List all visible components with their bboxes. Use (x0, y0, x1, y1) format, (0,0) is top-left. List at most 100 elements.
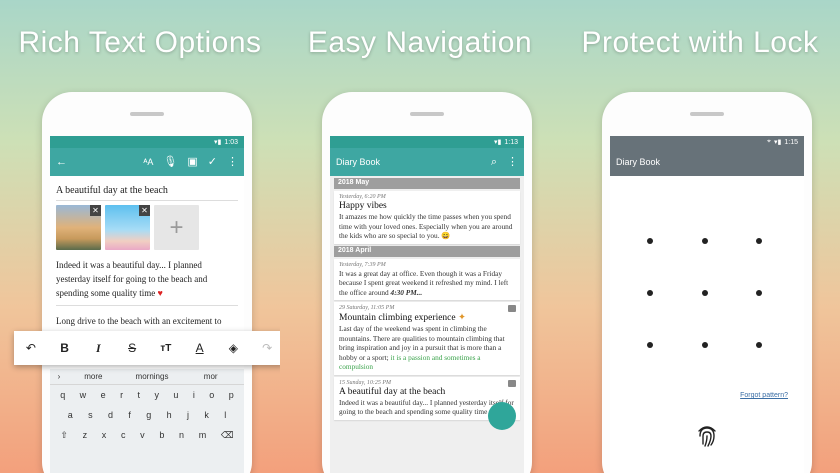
entry-text: Last day of the weekend was spent in cli… (339, 324, 505, 371)
status-bar: ⌖ ▾▮ 1:15 (610, 136, 804, 148)
key[interactable]: b (159, 430, 164, 440)
key[interactable]: u (173, 390, 178, 400)
undo-icon[interactable]: ↶ (21, 341, 41, 355)
text-color-icon[interactable]: A (190, 341, 210, 355)
attachments: ✕ ✕ + (56, 205, 238, 250)
suggestion-bar: › more mornings mor (50, 369, 244, 385)
add-photo-button[interactable]: + (154, 205, 199, 250)
key[interactable]: e (101, 390, 106, 400)
pattern-dot[interactable] (702, 342, 708, 348)
photo-thumbnail[interactable]: ✕ (56, 205, 101, 250)
photo-thumbnail[interactable]: ✕ (105, 205, 150, 250)
pattern-dot[interactable] (756, 238, 762, 244)
key[interactable]: c (121, 430, 126, 440)
key[interactable]: o (209, 390, 214, 400)
redo-icon[interactable]: ↷ (257, 341, 277, 355)
backspace-icon[interactable]: ⌫ (221, 430, 234, 441)
entry-date: 15 Sunday, 10:25 PM (339, 379, 391, 386)
pattern-dot[interactable] (702, 238, 708, 244)
pattern-dot[interactable] (756, 290, 762, 296)
key[interactable]: l (224, 410, 226, 420)
entry-card[interactable]: Yesterday, 7:39 PM It was a great day at… (334, 258, 520, 300)
pattern-dot[interactable] (647, 342, 653, 348)
back-arrow-icon[interactable]: ← (56, 156, 67, 168)
app-bar: Diary Book (610, 148, 804, 176)
more-menu-icon[interactable]: ⋮ (507, 156, 518, 168)
bold-icon[interactable]: B (55, 341, 75, 355)
key[interactable]: i (193, 390, 195, 400)
fill-color-icon[interactable]: ◈ (223, 341, 243, 355)
image-icon[interactable]: ▣ (187, 156, 197, 168)
phone-frame: ⌖ ▾▮ 1:15 Diary Book Forgot pattern? (602, 92, 812, 473)
pattern-dot[interactable] (756, 342, 762, 348)
panel-heading: Protect with Lock (581, 26, 819, 59)
suggestion[interactable]: mor (181, 372, 240, 381)
phone-screen: ⌖ ▾▮ 1:15 Diary Book Forgot pattern? (610, 136, 804, 473)
fingerprint-icon[interactable] (696, 422, 718, 448)
text-size-icon[interactable]: тT (156, 343, 176, 354)
entry-list[interactable]: 2018 May Yesterday, 6:20 PM Happy vibes … (330, 176, 524, 473)
text-format-icon[interactable]: ᴬA (143, 157, 153, 167)
key-row: ⇧ z x c v b n m ⌫ (50, 425, 244, 445)
key[interactable]: j (187, 410, 189, 420)
key[interactable]: z (83, 430, 88, 440)
key[interactable]: m (199, 430, 207, 440)
key[interactable]: y (154, 390, 159, 400)
entry-paragraph[interactable]: Indeed it was a beautiful day... I plann… (56, 258, 238, 306)
italic-icon[interactable]: I (88, 341, 108, 356)
pattern-lock[interactable]: Forgot pattern? (610, 176, 804, 473)
key[interactable]: x (102, 430, 107, 440)
key[interactable]: n (179, 430, 184, 440)
editor-body[interactable]: A beautiful day at the beach ✕ ✕ + Indee… (50, 176, 244, 353)
key[interactable]: q (60, 390, 65, 400)
key[interactable]: k (204, 410, 209, 420)
key[interactable]: a (68, 410, 73, 420)
key[interactable]: v (140, 430, 145, 440)
key[interactable]: d (108, 410, 113, 420)
strikethrough-icon[interactable]: S (122, 341, 142, 355)
expand-icon[interactable]: › (54, 372, 64, 381)
app-title: Diary Book (336, 157, 381, 167)
suggestion[interactable]: mornings (123, 372, 182, 381)
entry-text: It was a great day at office. Even thoug… (339, 268, 509, 297)
key[interactable]: t (138, 390, 141, 400)
smile-icon: 😄 (441, 231, 451, 240)
forgot-pattern-link[interactable]: Forgot pattern? (740, 392, 788, 399)
editor-toolbar: ← ᴬA 🎙︎ ▣ ✓ ⋮ (50, 148, 244, 176)
entry-date: Yesterday, 6:20 PM (339, 194, 386, 200)
pattern-dot[interactable] (702, 290, 708, 296)
shift-icon[interactable]: ⇧ (60, 430, 68, 441)
more-menu-icon[interactable]: ⋮ (227, 156, 238, 168)
key[interactable]: r (120, 390, 123, 400)
pattern-dot[interactable] (647, 290, 653, 296)
app-bar: Diary Book ⌕ ⋮ (330, 148, 524, 176)
check-icon[interactable]: ✓ (208, 156, 217, 168)
panel-navigation: Easy Navigation ▾▮ 1:13 Diary Book ⌕ ⋮ 2… (280, 0, 560, 473)
panel-lock: Protect with Lock ⌖ ▾▮ 1:15 Diary Book F… (560, 0, 840, 473)
entry-card[interactable]: 29 Saturday, 11:05 PM Mountain climbing … (334, 302, 520, 375)
remove-photo-icon[interactable]: ✕ (139, 205, 150, 216)
remove-photo-icon[interactable]: ✕ (90, 205, 101, 216)
key-row: a s d f g h j k l (50, 405, 244, 425)
add-entry-button[interactable] (488, 401, 516, 430)
key-row: q w e r t y u i o p (50, 385, 244, 405)
status-time: 1:03 (224, 138, 238, 146)
entry-card[interactable]: Yesterday, 6:20 PM Happy vibes It amazes… (334, 191, 520, 244)
microphone-icon[interactable]: 🎙︎ (163, 156, 177, 168)
entry-date: Yesterday, 7:39 PM (339, 261, 386, 268)
pattern-dot[interactable] (647, 238, 653, 244)
key[interactable]: w (80, 390, 87, 400)
image-attached-icon (508, 379, 516, 387)
key[interactable]: g (146, 410, 151, 420)
key[interactable]: h (167, 410, 172, 420)
signal-icon: ▾▮ (494, 139, 502, 146)
entry-card[interactable]: 15 Sunday, 10:25 PM A beautiful day at t… (334, 376, 520, 430)
entry-title[interactable]: A beautiful day at the beach (56, 182, 238, 201)
key[interactable]: f (128, 410, 131, 420)
key[interactable]: s (88, 410, 93, 420)
search-icon[interactable]: ⌕ (491, 156, 497, 168)
key[interactable]: p (229, 390, 234, 400)
location-icon: ⌖ (767, 138, 771, 145)
earpiece (410, 112, 444, 116)
suggestion[interactable]: more (64, 372, 123, 381)
